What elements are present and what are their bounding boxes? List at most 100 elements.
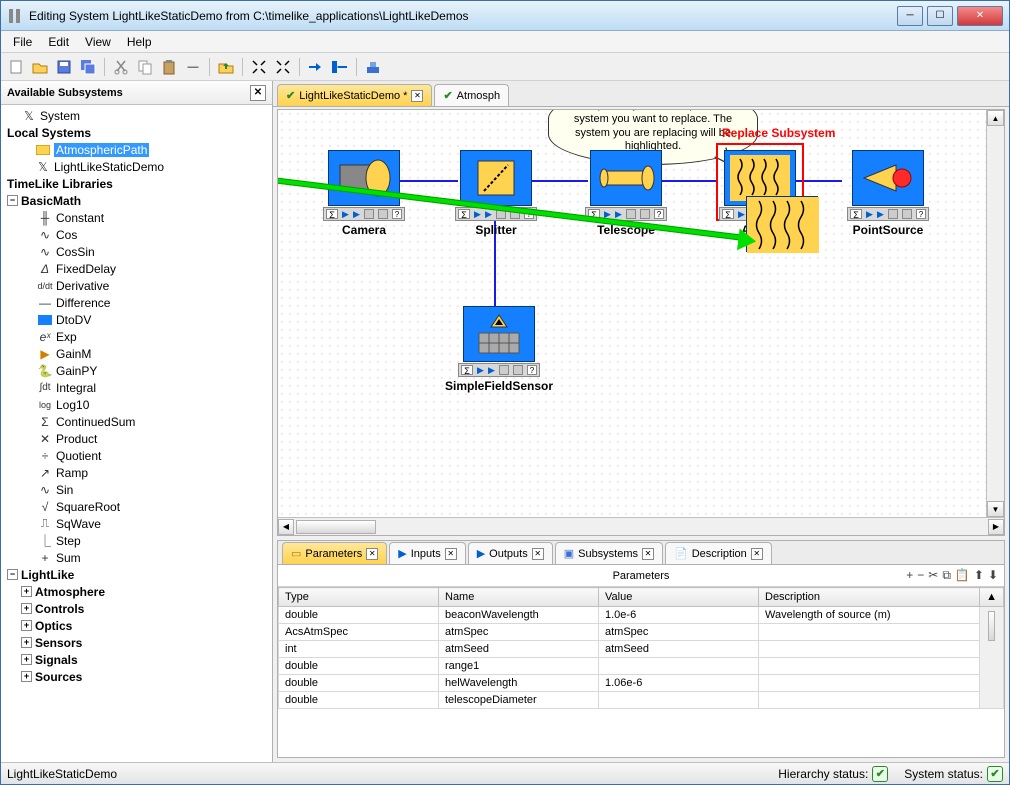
parameters-table[interactable]: Type Name Value Description ▲ doublebeac… <box>278 587 1004 757</box>
table-scroll-up-icon[interactable]: ▲ <box>980 588 1004 607</box>
tree-item[interactable]: ΣContinuedSum <box>3 413 272 430</box>
node-splitter[interactable]: Σ▶▶? Splitter <box>448 150 544 237</box>
save-icon[interactable] <box>53 56 75 78</box>
scroll-thumb[interactable] <box>296 520 376 534</box>
dragged-subsystem[interactable] <box>746 196 818 252</box>
tree-item[interactable]: ↗Ramp <box>3 464 272 481</box>
tab-atmosph[interactable]: ✔Atmosph <box>434 84 509 106</box>
subsystem-tree[interactable]: 𝕏System Local Systems AtmosphericPath 𝕏L… <box>1 105 272 762</box>
copy-icon[interactable]: ⧉ <box>942 568 951 583</box>
tree-local-systems[interactable]: Local Systems <box>3 124 272 141</box>
tree-item[interactable]: 🐍GainPY <box>3 362 272 379</box>
table-row[interactable]: doublehelWavelength1.06e-6 <box>279 675 1004 692</box>
tab-lightlikestaticdemo[interactable]: ✔LightLikeStaticDemo *✕ <box>277 84 432 106</box>
tree-item[interactable]: ⎍SqWave <box>3 515 272 532</box>
tree-item[interactable]: +Controls <box>3 600 272 617</box>
close-button[interactable]: ✕ <box>957 6 1003 26</box>
expand-icon[interactable]: + <box>21 654 32 665</box>
tree-item[interactable]: +Sensors <box>3 634 272 651</box>
tree-item[interactable]: +Optics <box>3 617 272 634</box>
menu-help[interactable]: Help <box>119 33 160 51</box>
maximize-button[interactable]: ☐ <box>927 6 953 26</box>
tab-close-icon[interactable]: ✕ <box>532 548 544 560</box>
tree-atmosphericpath[interactable]: AtmosphericPath <box>3 141 272 158</box>
expand-icon[interactable]: + <box>21 620 32 631</box>
cut-icon[interactable] <box>110 56 132 78</box>
tree-item[interactable]: ΔFixedDelay <box>3 260 272 277</box>
cut-icon[interactable]: ✂ <box>928 568 938 583</box>
tree-lightlikestaticdemo[interactable]: 𝕏LightLikeStaticDemo <box>3 158 272 175</box>
vertical-scrollbar[interactable]: ▲ ▼ <box>986 110 1004 517</box>
input-icon[interactable] <box>305 56 327 78</box>
expand-icon[interactable] <box>272 56 294 78</box>
minimize-button[interactable]: ─ <box>897 6 923 26</box>
collapse-icon[interactable]: − <box>7 569 18 580</box>
remove-icon[interactable]: − <box>917 568 924 583</box>
tab-inputs[interactable]: ▶Inputs✕ <box>389 542 465 564</box>
table-row[interactable]: AcsAtmSpecatmSpecatmSpec <box>279 624 1004 641</box>
tree-item[interactable]: logLog10 <box>3 396 272 413</box>
table-row[interactable]: doublerange1 <box>279 658 1004 675</box>
folder-up-icon[interactable] <box>215 56 237 78</box>
add-icon[interactable]: + <box>906 568 913 583</box>
tree-timelike-libraries[interactable]: TimeLike Libraries <box>3 175 272 192</box>
subsystem-icon[interactable] <box>362 56 384 78</box>
tree-item[interactable]: ∫dtIntegral <box>3 379 272 396</box>
tree-item[interactable]: ∿Cos <box>3 226 272 243</box>
sidebar-close-icon[interactable]: ✕ <box>250 85 266 101</box>
menu-file[interactable]: File <box>5 33 40 51</box>
expand-icon[interactable]: + <box>21 637 32 648</box>
tree-item[interactable]: eˣExp <box>3 328 272 345</box>
tree-item[interactable]: ╫Constant <box>3 209 272 226</box>
expand-icon[interactable]: + <box>21 586 32 597</box>
tab-close-icon[interactable]: ✕ <box>411 90 423 102</box>
tab-subsystems[interactable]: ▣Subsystems✕ <box>555 542 663 564</box>
table-row[interactable]: doublebeaconWavelength1.0e-6Wavelength o… <box>279 607 1004 624</box>
tree-item[interactable]: +Atmosphere <box>3 583 272 600</box>
paste-icon[interactable]: 📋 <box>955 568 970 583</box>
node-ports[interactable]: Σ▶▶? <box>458 363 540 377</box>
delete-icon[interactable]: — <box>182 56 204 78</box>
tree-item[interactable]: +Sources <box>3 668 272 685</box>
collapse-icon[interactable] <box>248 56 270 78</box>
diagram-canvas[interactable]: ▲ ▼ Drop the System on top of the system… <box>278 110 1004 517</box>
col-type[interactable]: Type <box>279 588 439 607</box>
tree-item[interactable]: ▶GainM <box>3 345 272 362</box>
tree-item[interactable]: +Signals <box>3 651 272 668</box>
expand-icon[interactable]: + <box>21 671 32 682</box>
tree-item[interactable]: ⎿Step <box>3 532 272 549</box>
horizontal-scrollbar[interactable]: ◀ ▶ <box>278 517 1004 535</box>
tree-item[interactable]: ∿Sin <box>3 481 272 498</box>
table-row[interactable]: doubletelescopeDiameter <box>279 692 1004 709</box>
tree-item[interactable]: +Sum <box>3 549 272 566</box>
open-icon[interactable] <box>29 56 51 78</box>
tree-system[interactable]: 𝕏System <box>3 107 272 124</box>
move-down-icon[interactable]: ⬇ <box>988 568 998 583</box>
tab-close-icon[interactable]: ✕ <box>366 548 378 560</box>
node-ports[interactable]: Σ▶▶? <box>847 207 929 221</box>
tab-close-icon[interactable]: ✕ <box>445 548 457 560</box>
tab-parameters[interactable]: ▭Parameters✕ <box>282 542 387 564</box>
output-icon[interactable] <box>329 56 351 78</box>
tree-item[interactable]: DtoDV <box>3 311 272 328</box>
node-simplefieldsensor[interactable]: Σ▶▶? SimpleFieldSensor <box>444 306 554 393</box>
tree-item[interactable]: ✕Product <box>3 430 272 447</box>
table-scrollbar[interactable] <box>980 607 1004 709</box>
col-name[interactable]: Name <box>439 588 599 607</box>
scroll-down-icon[interactable]: ▼ <box>987 501 1004 517</box>
col-value[interactable]: Value <box>599 588 759 607</box>
node-pointsource[interactable]: Σ▶▶? PointSource <box>840 150 936 237</box>
new-icon[interactable] <box>5 56 27 78</box>
menu-view[interactable]: View <box>77 33 119 51</box>
scroll-left-icon[interactable]: ◀ <box>278 519 294 535</box>
tree-item[interactable]: ÷Quotient <box>3 447 272 464</box>
collapse-icon[interactable]: − <box>7 195 18 206</box>
tab-close-icon[interactable]: ✕ <box>751 548 763 560</box>
tab-outputs[interactable]: ▶Outputs✕ <box>468 542 553 564</box>
tab-close-icon[interactable]: ✕ <box>642 548 654 560</box>
tree-item[interactable]: d/dtDerivative <box>3 277 272 294</box>
tree-item[interactable]: √SquareRoot <box>3 498 272 515</box>
col-description[interactable]: Description <box>759 588 980 607</box>
scroll-right-icon[interactable]: ▶ <box>988 519 1004 535</box>
scroll-up-icon[interactable]: ▲ <box>987 110 1004 126</box>
